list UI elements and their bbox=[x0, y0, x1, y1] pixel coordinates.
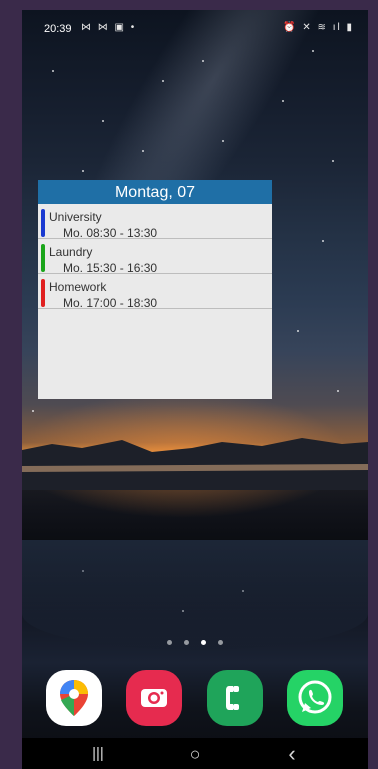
mountains-wallpaper bbox=[22, 438, 368, 490]
event-time: Mo. 15:30 - 16:30 bbox=[63, 261, 158, 275]
handset-icon bbox=[226, 686, 239, 710]
camera-icon[interactable] bbox=[126, 670, 182, 726]
widget-date-header[interactable]: Montag, 07 bbox=[38, 180, 272, 204]
event-color-bar bbox=[41, 209, 45, 237]
system-status-icons: ⏰ ✕ ≋ ıl ▮ bbox=[283, 22, 354, 33]
event-color-bar bbox=[41, 244, 45, 272]
recents-button[interactable]: ||| bbox=[86, 744, 110, 764]
navigation-bar: ||| ○ ‹ bbox=[22, 738, 368, 769]
event-color-bar bbox=[41, 279, 45, 307]
whatsapp-icon[interactable] bbox=[287, 670, 343, 726]
chat-bubble-icon bbox=[298, 680, 332, 714]
lake-reflection-wallpaper bbox=[22, 540, 368, 650]
event-time: Mo. 08:30 - 13:30 bbox=[63, 226, 158, 240]
clock: 20:39 bbox=[44, 23, 72, 35]
home-button[interactable]: ○ bbox=[183, 744, 207, 764]
event-title: University bbox=[49, 210, 102, 224]
notification-icons: ⋈ ⋈ ▣ • bbox=[81, 22, 137, 33]
event-item-laundry[interactable]: Laundry Mo. 15:30 - 16:30 bbox=[38, 239, 272, 275]
event-time: Mo. 17:00 - 18:30 bbox=[63, 296, 158, 310]
page-dot-active[interactable] bbox=[201, 640, 206, 645]
event-title: Laundry bbox=[49, 245, 93, 259]
page-dot[interactable] bbox=[167, 640, 172, 645]
event-item-homework[interactable]: Homework Mo. 17:00 - 18:30 bbox=[38, 274, 272, 310]
home-screen: 20:39 ⋈ ⋈ ▣ • ⏰ ✕ ≋ ıl ▮ Montag, 07 Univ… bbox=[22, 10, 368, 769]
status-bar: 20:39 ⋈ ⋈ ▣ • ⏰ ✕ ≋ ıl ▮ bbox=[22, 10, 368, 46]
map-pin-icon bbox=[60, 680, 88, 716]
google-maps-icon[interactable] bbox=[46, 670, 102, 726]
back-button[interactable]: ‹ bbox=[280, 743, 304, 765]
event-title: Homework bbox=[49, 280, 107, 294]
page-indicator[interactable] bbox=[167, 640, 227, 648]
page-dot[interactable] bbox=[218, 640, 223, 645]
calendar-widget[interactable]: Montag, 07 University Mo. 08:30 - 13:30 … bbox=[38, 180, 272, 399]
camera-glyph-icon bbox=[141, 689, 167, 707]
phone-icon[interactable] bbox=[207, 670, 263, 726]
event-item-university[interactable]: University Mo. 08:30 - 13:30 bbox=[38, 204, 272, 240]
page-dot[interactable] bbox=[184, 640, 189, 645]
